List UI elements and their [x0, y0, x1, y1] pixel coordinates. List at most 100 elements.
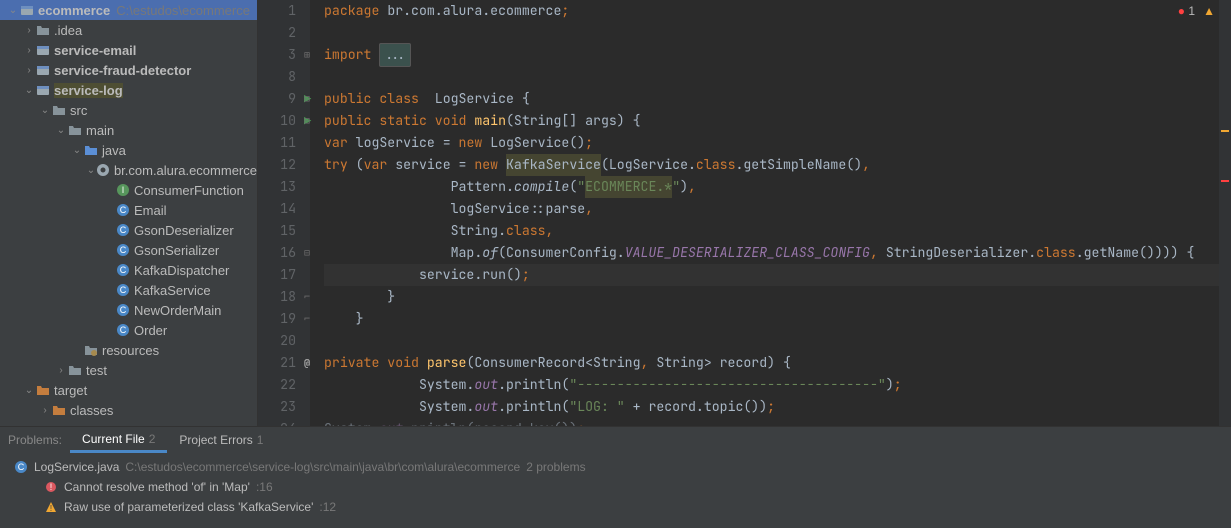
gutter-line[interactable]: 15 — [266, 220, 296, 242]
tree-item-gsondeserializer[interactable]: CGsonDeserializer — [0, 220, 257, 240]
gutter-line[interactable]: 11 — [266, 132, 296, 154]
gutter-line[interactable]: 13 — [266, 176, 296, 198]
tree-label: src — [70, 103, 87, 118]
tree-item-service-email[interactable]: ›service-email — [0, 40, 257, 60]
problem-text: Raw use of parameterized class 'KafkaSer… — [64, 500, 313, 514]
chevron-icon: › — [22, 65, 36, 76]
problems-panel[interactable]: Problems:Current File2Project Errors1 CL… — [0, 426, 1231, 528]
tree-item--idea[interactable]: ›.idea — [0, 20, 257, 40]
gutter-line[interactable]: 20 — [266, 330, 296, 352]
res-folder-icon — [84, 343, 98, 357]
tree-item-gsonserializer[interactable]: C GsonSerializer — [0, 240, 257, 260]
warning-icon: ! — [44, 500, 58, 514]
tree-item-service-log[interactable]: ⌄service-log — [0, 80, 257, 100]
gutter-line[interactable]: 14 — [266, 198, 296, 220]
class-icon: C — [116, 203, 130, 217]
tree-label: GsonSerializer — [134, 243, 219, 258]
code-line[interactable]: System.out.println("--------------------… — [324, 374, 1219, 396]
gutter-line[interactable]: 10▶⊟ — [266, 110, 296, 132]
code-line[interactable] — [324, 330, 1219, 352]
svg-text:C: C — [120, 245, 127, 255]
code-line[interactable]: System.out.println(record.key()); — [324, 418, 1219, 426]
problems-tabs[interactable]: Problems:Current File2Project Errors1 — [0, 427, 1231, 453]
gutter-line[interactable]: 22 — [266, 374, 296, 396]
gutter-line[interactable]: 21⊟@ — [266, 352, 296, 374]
svg-text:C: C — [120, 285, 127, 295]
code-line[interactable]: private void parse(ConsumerRecord<String… — [324, 352, 1219, 374]
code-line[interactable]: System.out.println("LOG: " + record.topi… — [324, 396, 1219, 418]
gutter-line[interactable]: 16⊟ — [266, 242, 296, 264]
problem-file-count: 2 problems — [526, 460, 585, 474]
editor-marker-strip[interactable] — [1219, 0, 1231, 426]
tree-item-target[interactable]: ⌄target — [0, 380, 257, 400]
code-line[interactable]: var logService = new LogService(); — [324, 132, 1219, 154]
tree-item-classes[interactable]: ›classes — [0, 400, 257, 420]
code-line[interactable] — [324, 66, 1219, 88]
gutter-line[interactable]: 24 — [266, 418, 296, 426]
code-line[interactable]: package br.com.alura.ecommerce; — [324, 0, 1219, 22]
chevron-icon: ⌄ — [86, 165, 96, 176]
svg-text:C: C — [120, 225, 127, 235]
chevron-icon: › — [38, 405, 52, 416]
chevron-icon: › — [54, 365, 68, 376]
problem-file-path: C:\estudos\ecommerce\service-log\src\mai… — [125, 460, 520, 474]
tree-label: service-log — [54, 83, 123, 98]
tab-count: 1 — [257, 433, 264, 447]
code-area[interactable]: package br.com.alura.ecommerce; import ..… — [310, 0, 1219, 426]
gutter-line[interactable]: 18⌐ — [266, 286, 296, 308]
gutter-line[interactable]: 8 — [266, 66, 296, 88]
tree-item-test[interactable]: ›test — [0, 360, 257, 380]
tree-item-newordermain[interactable]: CNewOrderMain — [0, 300, 257, 320]
problems-tab-current-file[interactable]: Current File2 — [70, 427, 167, 453]
gutter-line[interactable]: 3⊞ — [266, 44, 296, 66]
tree-label: Order — [134, 323, 167, 338]
class-icon: C — [116, 223, 130, 237]
code-line[interactable]: logService::parse, — [324, 198, 1219, 220]
code-line[interactable]: import ... — [324, 44, 1219, 66]
code-line[interactable] — [324, 22, 1219, 44]
tree-item-resources[interactable]: resources — [0, 340, 257, 360]
problem-file-row[interactable]: CLogService.javaC:\estudos\ecommerce\ser… — [0, 457, 1231, 477]
chevron-icon: ⌄ — [22, 385, 36, 396]
package-icon — [96, 163, 110, 177]
module-icon — [20, 3, 34, 17]
gutter-line[interactable]: 1 — [266, 0, 296, 22]
tree-item-ecommerce[interactable]: ⌄ecommerceC:\estudos\ecommerce — [0, 0, 257, 20]
src-folder-icon — [84, 143, 98, 157]
tree-item-src[interactable]: ⌄src — [0, 100, 257, 120]
code-editor[interactable]: ● 1 ▲ 1 123⊞89▶⊟10▶⊟111213141516⊟1718⌐19… — [258, 0, 1231, 426]
code-line[interactable]: public static void main(String[] args) { — [324, 110, 1219, 132]
tree-label: NewOrderMain — [134, 303, 221, 318]
gutter-line[interactable]: 17 — [266, 264, 296, 286]
tree-item-kafkadispatcher[interactable]: CKafkaDispatcher — [0, 260, 257, 280]
tree-item-br-com-alura-ecommerce[interactable]: ⌄br.com.alura.ecommerce — [0, 160, 257, 180]
problem-item[interactable]: !Cannot resolve method 'of' in 'Map':16 — [0, 477, 1231, 497]
project-tree[interactable]: ⌄ecommerceC:\estudos\ecommerce›.idea›ser… — [0, 0, 258, 426]
code-line[interactable]: String.class, — [324, 220, 1219, 242]
folder-icon — [68, 123, 82, 137]
code-line[interactable]: Map.of(ConsumerConfig.VALUE_DESERIALIZER… — [324, 242, 1219, 264]
editor-gutter[interactable]: 123⊞89▶⊟10▶⊟111213141516⊟1718⌐19⌐2021⊟@2… — [258, 0, 310, 426]
problem-item[interactable]: ! Raw use of parameterized class 'KafkaSe… — [0, 497, 1231, 517]
tree-item-kafkaservice[interactable]: CKafkaService — [0, 280, 257, 300]
code-line[interactable]: try (var service = new KafkaService(LogS… — [324, 154, 1219, 176]
problems-tab-project-errors[interactable]: Project Errors1 — [167, 427, 275, 453]
code-line[interactable]: service.run(); — [324, 264, 1219, 286]
tree-item-consumerfunction[interactable]: IConsumerFunction — [0, 180, 257, 200]
tree-item-order[interactable]: COrder — [0, 320, 257, 340]
code-line[interactable]: public class LogService { — [324, 88, 1219, 110]
tree-item-main[interactable]: ⌄main — [0, 120, 257, 140]
tree-item-email[interactable]: CEmail — [0, 200, 257, 220]
java-icon: C — [14, 460, 28, 474]
svg-text:C: C — [120, 205, 127, 215]
gutter-line[interactable]: 12 — [266, 154, 296, 176]
code-line[interactable]: } — [324, 286, 1219, 308]
code-line[interactable]: } — [324, 308, 1219, 330]
tree-item-service-fraud-detector[interactable]: ›service-fraud-detector — [0, 60, 257, 80]
gutter-line[interactable]: 9▶⊟ — [266, 88, 296, 110]
gutter-line[interactable]: 23 — [266, 396, 296, 418]
code-line[interactable]: Pattern.compile("ECOMMERCE.*"), — [324, 176, 1219, 198]
gutter-line[interactable]: 2 — [266, 22, 296, 44]
gutter-line[interactable]: 19⌐ — [266, 308, 296, 330]
tree-item-java[interactable]: ⌄java — [0, 140, 257, 160]
